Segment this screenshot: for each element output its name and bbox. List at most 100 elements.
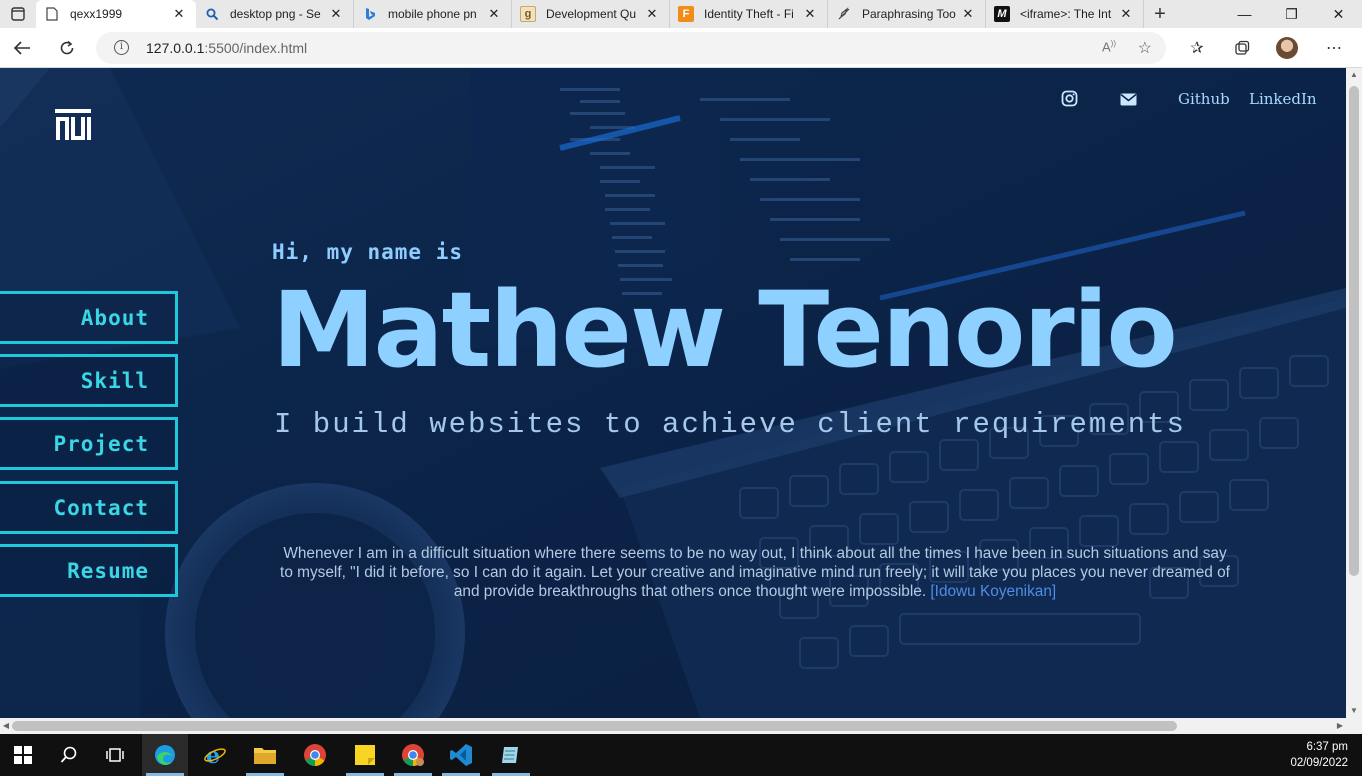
- notepad-icon: [502, 747, 518, 763]
- close-tab-icon[interactable]: ✕: [327, 6, 345, 22]
- close-tab-icon[interactable]: ✕: [643, 6, 661, 22]
- github-link[interactable]: Github: [1178, 90, 1230, 108]
- tab-title: desktop png - Se: [230, 7, 321, 21]
- restore-button[interactable]: ❐: [1268, 0, 1315, 28]
- settings-more-button[interactable]: ⋯: [1322, 36, 1346, 60]
- taskbar-vscode-button[interactable]: [438, 734, 484, 776]
- windows-logo-icon: [14, 746, 32, 764]
- address-toolbar: i 127.0.0.1:5500/index.html A)) ☆ ✰ ⋯: [0, 28, 1362, 68]
- hero-greeting: Hi, my name is: [272, 240, 464, 264]
- tab-title: Development Qu: [546, 7, 637, 21]
- vertical-scrollbar[interactable]: ▲ ▼: [1346, 68, 1362, 718]
- add-favorite-icon[interactable]: ☆: [1138, 38, 1152, 58]
- taskbar-edge-button[interactable]: [142, 734, 188, 776]
- search-icon: [204, 6, 220, 22]
- refresh-button[interactable]: [55, 36, 79, 60]
- tab-title: mobile phone pn: [388, 7, 477, 21]
- tab-identity-theft[interactable]: F Identity Theft - Fi ✕: [670, 0, 828, 28]
- scrollbar-corner: [1346, 718, 1362, 734]
- page-viewport: Github LinkedIn About Skill Project Cont…: [0, 68, 1346, 718]
- linkedin-link-label[interactable]: LinkedIn: [1249, 90, 1317, 108]
- start-button[interactable]: [0, 734, 46, 776]
- search-icon: [60, 746, 77, 763]
- taskbar-explorer-button[interactable]: [242, 734, 288, 776]
- taskbar-ie-button[interactable]: e: [192, 734, 238, 776]
- taskbar-search-button[interactable]: [46, 734, 92, 776]
- site-logo-icon[interactable]: [54, 108, 94, 142]
- close-window-button[interactable]: ✕: [1315, 0, 1362, 28]
- close-tab-icon[interactable]: ✕: [801, 6, 819, 22]
- windows-taskbar: e 6:37 pm 02/09/2022: [0, 734, 1362, 776]
- system-clock[interactable]: 6:37 pm 02/09/2022: [1290, 739, 1348, 771]
- new-tab-button[interactable]: +: [1144, 0, 1176, 28]
- plus-icon: +: [1154, 2, 1166, 25]
- tab-development[interactable]: g Development Qu ✕: [512, 0, 670, 28]
- close-tab-icon[interactable]: ✕: [485, 6, 503, 22]
- quote-text: Whenever I am in a difficult situation w…: [280, 545, 1230, 601]
- address-bar[interactable]: i 127.0.0.1:5500/index.html A)) ☆: [96, 32, 1166, 64]
- window-controls: — ❐ ✕: [1221, 0, 1362, 28]
- scroll-up-arrow-icon[interactable]: ▲: [1346, 68, 1362, 82]
- f-icon: F: [678, 6, 694, 22]
- tab-qexx1999[interactable]: qexx1999 ✕: [36, 0, 196, 28]
- sidebar-contact-button[interactable]: Contact: [0, 481, 178, 534]
- envelope-icon: [1120, 93, 1137, 106]
- sidebar-button-label: Skill: [80, 368, 149, 393]
- taskbar-app-button[interactable]: [488, 734, 534, 776]
- vertical-scroll-thumb[interactable]: [1349, 86, 1359, 576]
- edge-icon: [155, 745, 175, 765]
- url-text[interactable]: 127.0.0.1:5500/index.html: [146, 40, 307, 56]
- read-aloud-icon[interactable]: A)): [1102, 39, 1116, 54]
- sidebar-project-button[interactable]: Project: [0, 417, 178, 470]
- clock-date: 02/09/2022: [1290, 757, 1348, 769]
- sidebar-button-label: Contact: [53, 495, 149, 520]
- tab-paraphrasing[interactable]: Paraphrasing Too ✕: [828, 0, 986, 28]
- more-icon: ⋯: [1326, 40, 1342, 57]
- instagram-icon: [1061, 90, 1078, 107]
- mdn-icon: M: [994, 6, 1010, 22]
- profile-avatar[interactable]: [1276, 37, 1298, 59]
- task-view-button[interactable]: [92, 734, 138, 776]
- tab-mobile-phone[interactable]: mobile phone pn ✕: [354, 0, 512, 28]
- taskbar-sticky-notes-button[interactable]: [342, 734, 388, 776]
- tab-actions-button[interactable]: [0, 0, 36, 28]
- tab-actions-icon: [11, 7, 25, 21]
- scroll-left-arrow-icon[interactable]: ◀: [0, 718, 12, 734]
- sidebar-resume-button[interactable]: Resume: [0, 544, 178, 597]
- refresh-icon: [60, 40, 74, 55]
- close-tab-icon[interactable]: ✕: [170, 6, 188, 22]
- back-button[interactable]: [10, 36, 34, 60]
- tab-title: qexx1999: [70, 7, 123, 21]
- tab-title: Identity Theft - Fi: [704, 7, 794, 21]
- email-link[interactable]: [1120, 93, 1137, 106]
- chrome-profile-icon: [402, 744, 424, 766]
- tab-title: <iframe>: The Int: [1020, 7, 1112, 21]
- hero-tagline: I build websites to achieve client requi…: [274, 408, 1186, 441]
- horizontal-scrollbar[interactable]: ◀ ▶: [0, 718, 1346, 734]
- instagram-link[interactable]: [1061, 90, 1078, 107]
- collections-icon: [1235, 40, 1250, 55]
- scroll-right-arrow-icon[interactable]: ▶: [1334, 718, 1346, 734]
- favorites-star-icon: ✰: [1190, 40, 1204, 57]
- bing-icon: [362, 6, 378, 22]
- favorites-button[interactable]: ✰: [1185, 36, 1209, 60]
- sidebar-skill-button[interactable]: Skill: [0, 354, 178, 407]
- horizontal-scroll-thumb[interactable]: [12, 721, 1177, 731]
- tab-desktop-png[interactable]: desktop png - Se ✕: [196, 0, 354, 28]
- internet-explorer-icon: e: [204, 743, 226, 767]
- collections-button[interactable]: [1230, 36, 1254, 60]
- close-tab-icon[interactable]: ✕: [1117, 6, 1135, 22]
- sidebar-about-button[interactable]: About: [0, 291, 178, 344]
- minimize-button[interactable]: —: [1221, 0, 1268, 28]
- taskbar-chrome-button[interactable]: [292, 734, 338, 776]
- close-tab-icon[interactable]: ✕: [959, 6, 977, 22]
- tab-iframe[interactable]: M <iframe>: The Int ✕: [986, 0, 1144, 28]
- taskbar-chrome-profile-button[interactable]: [390, 734, 436, 776]
- github-link-label[interactable]: Github: [1178, 90, 1230, 108]
- sidebar-button-label: About: [80, 305, 149, 330]
- site-info-icon[interactable]: i: [114, 40, 129, 55]
- quote-block: Whenever I am in a difficult situation w…: [276, 544, 1234, 602]
- linkedin-link[interactable]: LinkedIn: [1249, 90, 1317, 108]
- scroll-down-arrow-icon[interactable]: ▼: [1346, 704, 1362, 718]
- folder-icon: [254, 748, 276, 764]
